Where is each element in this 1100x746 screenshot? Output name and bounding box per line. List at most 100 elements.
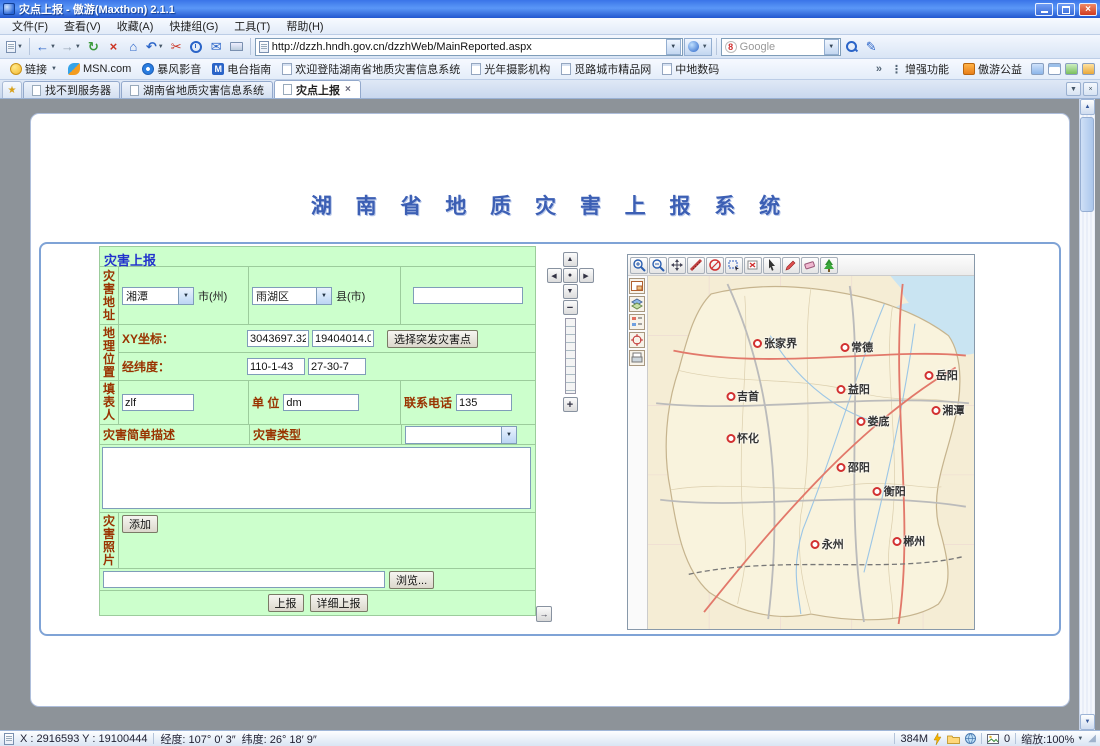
address-input[interactable] [272, 41, 663, 53]
menu-tools[interactable]: 工具(T) [226, 17, 278, 35]
link-zondy[interactable]: 中地数码 [657, 60, 724, 78]
scroll-down-button[interactable]: ▼ [1080, 714, 1095, 730]
vertical-scrollbar[interactable]: ▲ ▼ [1079, 99, 1095, 730]
close-button[interactable]: × [1079, 3, 1097, 16]
link-hunan-geo-system[interactable]: 欢迎登陆湖南省地质灾害信息系统 [277, 60, 465, 78]
maximize-button[interactable] [1057, 3, 1075, 16]
mail-button[interactable]: ✉ [207, 37, 226, 57]
map-clear-selection-button[interactable] [744, 257, 762, 274]
add-photo-button[interactable]: 添加 [122, 515, 158, 533]
print-button[interactable] [227, 37, 246, 57]
zoom-control[interactable]: 缩放:100%▼ [1021, 731, 1083, 746]
search-button[interactable] [842, 37, 861, 57]
pan-up-button[interactable]: ▲ [563, 252, 578, 267]
menu-file[interactable]: 文件(F) [4, 17, 56, 35]
city-select[interactable]: 湘潭▼ [122, 287, 194, 305]
skin-button[interactable] [1031, 63, 1044, 75]
pick-disaster-point-button[interactable]: 选择突发灾害点 [387, 330, 478, 348]
submit-button[interactable]: 上报 [268, 594, 304, 612]
minimize-button[interactable] [1035, 3, 1053, 16]
latitude-input[interactable] [308, 358, 366, 375]
snapshot-button[interactable]: ✂ [167, 37, 186, 57]
new-tab-button[interactable]: ▼ [4, 37, 25, 57]
description-textarea[interactable] [102, 447, 531, 509]
refresh-button[interactable]: ↻ [84, 37, 103, 57]
locate-button[interactable] [629, 332, 645, 348]
y-coordinate-input[interactable] [312, 330, 374, 347]
overview-map-button[interactable] [629, 278, 645, 294]
county-select[interactable]: 雨湖区▼ [252, 287, 332, 305]
map-eraser-button[interactable] [801, 257, 819, 274]
scrollbar-track[interactable] [1080, 115, 1095, 714]
expand-panel-button[interactable]: → [536, 606, 552, 622]
phone-input[interactable] [456, 394, 512, 411]
disaster-type-select[interactable]: ▼ [405, 426, 517, 444]
feed-button[interactable] [1082, 63, 1095, 75]
search-box[interactable]: 8 ▼ [721, 38, 841, 56]
tab-disaster-info-system[interactable]: 湖南省地质灾害信息系统 [121, 81, 273, 98]
menu-view[interactable]: 查看(V) [56, 17, 109, 35]
fill-form-button[interactable]: ✎ [862, 37, 881, 57]
address-dropdown-button[interactable]: ▼ [666, 39, 681, 55]
tab-close-icon[interactable]: × [344, 84, 352, 95]
pan-center-button[interactable]: ● [563, 268, 578, 283]
proxy-button[interactable] [1065, 63, 1078, 75]
folder-icon[interactable] [947, 734, 960, 744]
back-button[interactable]: ←▼ [34, 37, 58, 57]
link-photo-agency[interactable]: 光年摄影机构 [466, 60, 555, 78]
scrollbar-thumb[interactable] [1080, 117, 1094, 212]
favorites-button[interactable]: ★ [2, 81, 22, 98]
x-coordinate-input[interactable] [247, 330, 309, 347]
menu-help[interactable]: 帮助(H) [278, 17, 331, 35]
map-select-rect-button[interactable] [725, 257, 743, 274]
go-button[interactable]: ▼ [684, 38, 712, 56]
picture-icon[interactable] [987, 734, 999, 744]
person-input[interactable] [122, 394, 194, 411]
map-measure-button[interactable] [687, 257, 705, 274]
map-full-extent-button[interactable] [706, 257, 724, 274]
zoom-out-button[interactable]: − [563, 300, 578, 315]
map-zoom-out-button[interactable] [649, 257, 667, 274]
map-mark-point-button[interactable] [782, 257, 800, 274]
pan-left-button[interactable]: ◀ [547, 268, 562, 283]
pan-down-button[interactable]: ▼ [563, 284, 578, 299]
overflow-chevron-icon[interactable]: » [876, 63, 882, 75]
link-msn[interactable]: MSN.com [63, 62, 136, 76]
links-menu[interactable]: 链接▼ [5, 60, 62, 78]
enhance-menu[interactable]: ⋮增强功能 [886, 60, 954, 78]
detail-submit-button[interactable]: 详细上报 [310, 594, 368, 612]
history-button[interactable] [187, 37, 206, 57]
split-window-button[interactable] [1048, 63, 1061, 75]
tab-server-not-found[interactable]: 找不到服务器 [23, 81, 120, 98]
map-pointer-button[interactable] [763, 257, 781, 274]
layers-button[interactable] [629, 296, 645, 312]
undo-button[interactable]: ↶▼ [144, 37, 166, 57]
map-canvas[interactable]: 张家界常德岳阳吉首益阳湘潭娄底怀化邵阳衡阳永州郴州 [648, 276, 974, 629]
link-storm-player[interactable]: 暴风影音 [137, 60, 206, 78]
map-zoom-in-button[interactable] [630, 257, 648, 274]
maxthon-charity-link[interactable]: 傲游公益 [958, 60, 1027, 78]
unit-input[interactable] [283, 394, 359, 411]
pan-right-button[interactable]: ▶ [579, 268, 594, 283]
search-input[interactable] [740, 41, 821, 53]
zoom-in-button[interactable]: + [563, 397, 578, 412]
close-tab-button[interactable]: × [1083, 82, 1098, 96]
print-map-button[interactable] [629, 350, 645, 366]
menu-favorites[interactable]: 收藏(A) [109, 17, 162, 35]
map-legend-button[interactable] [820, 257, 838, 274]
scroll-up-button[interactable]: ▲ [1080, 99, 1095, 115]
longitude-input[interactable] [247, 358, 305, 375]
address-detail-input[interactable] [413, 287, 523, 304]
photo-file-input[interactable] [103, 571, 385, 588]
map-pan-button[interactable] [668, 257, 686, 274]
search-engine-dropdown[interactable]: ▼ [824, 39, 839, 55]
browse-button[interactable]: 浏览... [389, 571, 434, 589]
zoom-slider[interactable] [565, 318, 576, 394]
legend-list-button[interactable] [629, 314, 645, 330]
home-button[interactable]: ⌂ [124, 37, 143, 57]
tab-disaster-report[interactable]: 灾点上报× [274, 80, 361, 98]
address-bar[interactable]: ▼ [255, 38, 683, 56]
lightning-icon[interactable] [933, 733, 942, 745]
link-city-site[interactable]: 觅路城市精品网 [556, 60, 656, 78]
forward-button[interactable]: →▼ [59, 37, 83, 57]
